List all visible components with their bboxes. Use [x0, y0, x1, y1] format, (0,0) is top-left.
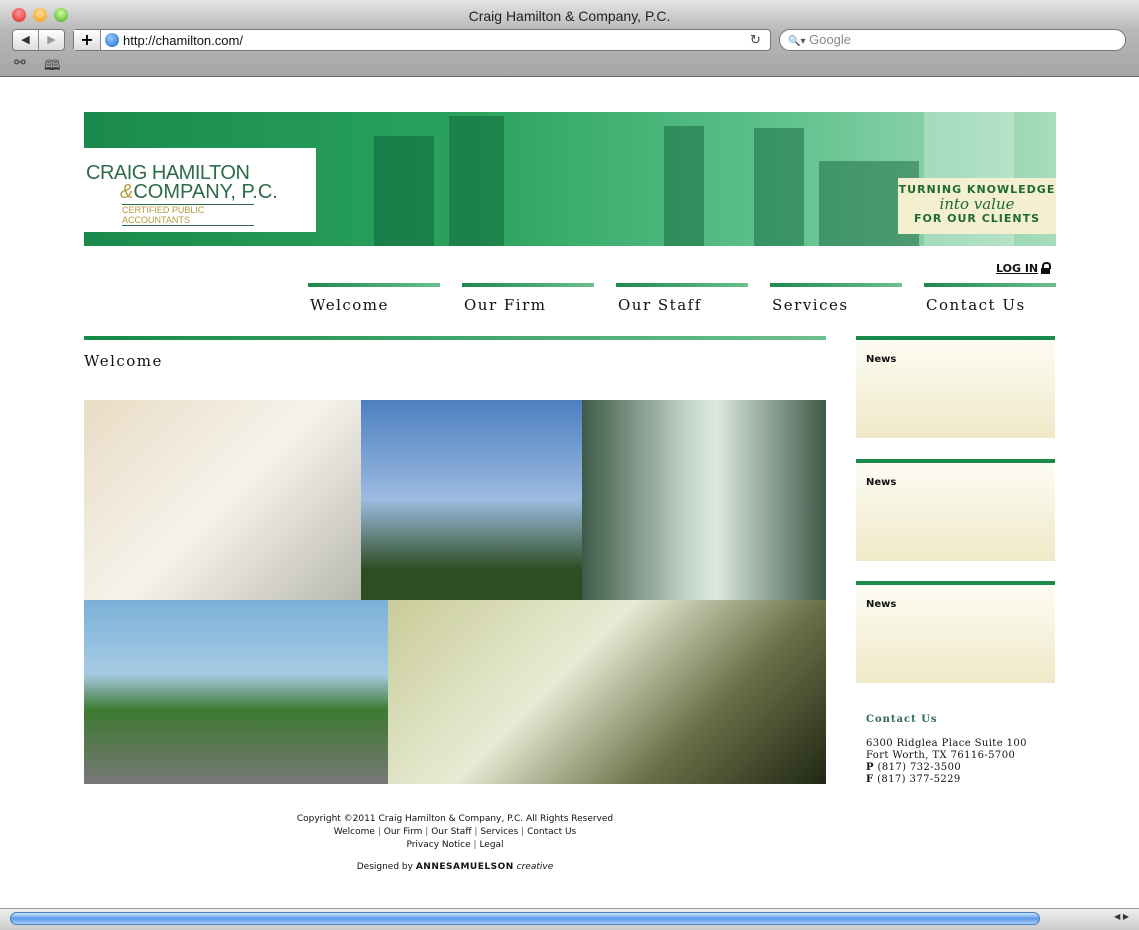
- phone-label: P: [866, 762, 874, 773]
- url-input[interactable]: http://chamilton.com/: [123, 33, 750, 48]
- nav-our-firm[interactable]: Our Firm: [462, 283, 594, 314]
- tagline-3: FOR OUR CLIENTS: [913, 212, 1041, 225]
- fax-label: F: [866, 774, 874, 785]
- forward-button[interactable]: ▶: [38, 30, 64, 50]
- footer: Copyright ©2011 Craig Hamilton & Company…: [84, 813, 826, 874]
- add-bookmark-button[interactable]: +: [74, 30, 101, 50]
- footer-link-services[interactable]: Services: [480, 827, 518, 837]
- logo-amp: &: [120, 181, 134, 203]
- contact-info: Contact Us 6300 Ridglea Place Suite 100 …: [866, 714, 1027, 786]
- page-title: Welcome: [84, 352, 163, 370]
- tagline: TURNING KNOWLEDGE into value FOR OUR CLI…: [898, 178, 1056, 234]
- designer-suffix: creative: [516, 862, 554, 872]
- news-box[interactable]: News: [856, 459, 1055, 561]
- footer-link-our-staff[interactable]: Our Staff: [431, 827, 471, 837]
- photo-server-room: [582, 400, 826, 600]
- footer-link-contact-us[interactable]: Contact Us: [527, 827, 576, 837]
- reader-glasses-icon[interactable]: ⚯: [14, 55, 26, 71]
- copyright: Copyright ©2011 Craig Hamilton & Company…: [296, 814, 614, 824]
- scrollbar-thumb[interactable]: [10, 912, 1040, 925]
- footer-link-privacy[interactable]: Privacy Notice: [406, 840, 470, 850]
- horizontal-scrollbar[interactable]: ◀ ▶: [0, 908, 1139, 930]
- address-bar[interactable]: + http://chamilton.com/ ↻: [73, 29, 771, 51]
- globe-icon: [105, 33, 119, 47]
- search-icon: 🔍▾: [788, 36, 806, 47]
- scroll-arrows[interactable]: ◀ ▶: [1114, 912, 1129, 921]
- contact-heading: Contact Us: [866, 714, 938, 725]
- fax: (817) 377-5229: [877, 774, 961, 785]
- nav-contact-us[interactable]: Contact Us: [924, 283, 1056, 314]
- company-logo[interactable]: CRAIG HAMILTON &COMPANY, P.C. CERTIFIED …: [84, 148, 316, 232]
- address-line1: 6300 Ridglea Place Suite 100: [866, 738, 1027, 749]
- bookmarks-book-icon[interactable]: 🕮: [44, 55, 61, 79]
- nav-our-staff[interactable]: Our Staff: [616, 283, 748, 314]
- history-buttons: ◀ ▶: [12, 29, 65, 51]
- footer-link-legal[interactable]: Legal: [479, 840, 503, 850]
- logo-subtitle: CERTIFIED PUBLIC ACCOUNTANTS: [122, 204, 254, 226]
- lock-icon: [1041, 262, 1051, 274]
- nav-services[interactable]: Services: [770, 283, 902, 314]
- search-placeholder: Google: [809, 32, 852, 47]
- footer-link-our-firm[interactable]: Our Firm: [384, 827, 423, 837]
- designed-by-label: Designed by: [356, 862, 413, 872]
- footer-link-welcome[interactable]: Welcome: [334, 827, 375, 837]
- photo-office-tower: [361, 400, 582, 600]
- photo-calculator: [84, 400, 361, 600]
- header-banner: CRAIG HAMILTON &COMPANY, P.C. CERTIFIED …: [84, 112, 1056, 246]
- address-line2: Fort Worth, TX 76116-5700: [866, 750, 1016, 761]
- news-box[interactable]: News: [856, 581, 1055, 683]
- back-button[interactable]: ◀: [13, 30, 38, 50]
- window-title: Craig Hamilton & Company, P.C.: [468, 8, 671, 24]
- phone: (817) 732-3500: [877, 762, 962, 773]
- login-link[interactable]: LOG IN: [996, 262, 1038, 275]
- search-input[interactable]: 🔍▾ Google: [779, 29, 1126, 51]
- news-box[interactable]: News: [856, 336, 1055, 438]
- section-divider: [84, 336, 826, 340]
- photo-keyboard: [388, 600, 826, 784]
- photo-fort-worth: [84, 600, 388, 784]
- logo-line2: COMPANY, P.C.: [133, 181, 278, 203]
- tagline-2: into value: [939, 195, 1015, 213]
- reload-icon[interactable]: ↻: [750, 33, 770, 48]
- browser-chrome: Craig Hamilton & Company, P.C. ◀ ▶ + htt…: [0, 0, 1139, 77]
- designer-link[interactable]: ANNESAMUELSON: [416, 862, 514, 872]
- nav-welcome[interactable]: Welcome: [308, 283, 440, 314]
